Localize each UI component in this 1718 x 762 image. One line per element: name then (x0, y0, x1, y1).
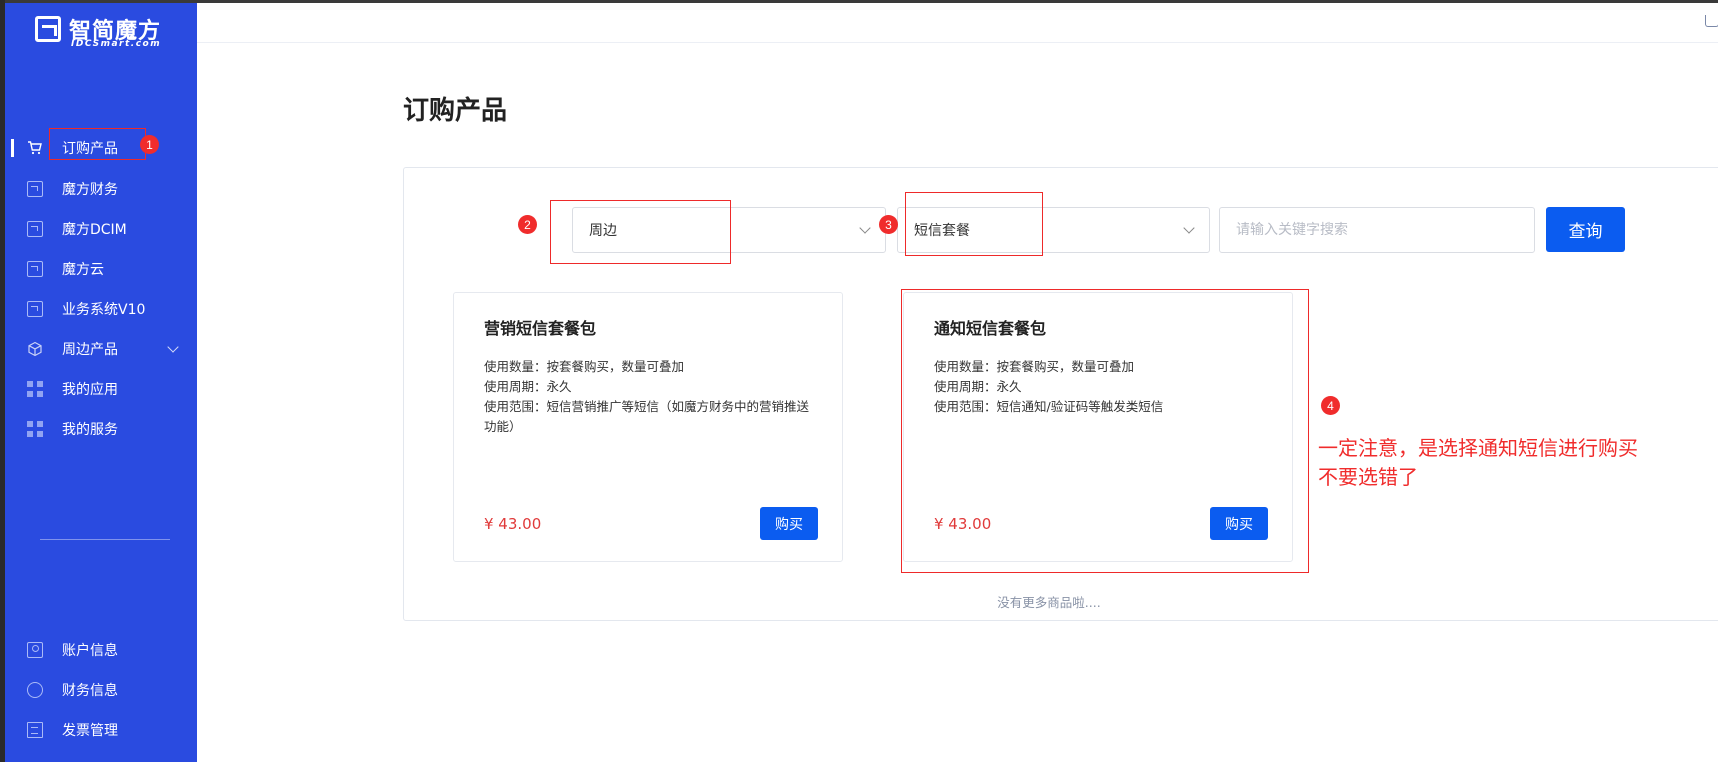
annotation-note-line: 一定注意，是选择通知短信进行购买 (1318, 436, 1638, 460)
product-card: 通知短信套餐包 使用数量：按套餐购买，数量可叠加 使用周期：永久 使用范围：短信… (903, 292, 1293, 562)
sidebar-item-finance-info[interactable]: 财务信息 (5, 672, 197, 708)
subcategory-select-value: 短信套餐 (914, 223, 970, 239)
sidebar-item-label: 订购产品 (62, 141, 118, 157)
sidebar-item-label: 账户信息 (62, 643, 118, 659)
annotation-number-2: 2 (518, 215, 537, 234)
grid-icon (27, 421, 43, 437)
product-title: 通知短信套餐包 (934, 319, 1047, 338)
brand-domain: IDCSmart.com (71, 39, 162, 49)
buy-button[interactable]: 购买 (1210, 507, 1268, 540)
category-select-value: 周边 (589, 223, 617, 239)
sidebar-item-my-services[interactable]: 我的服务 (5, 411, 197, 447)
grid-icon (27, 381, 43, 397)
sidebar-item-mofang-dcim[interactable]: 魔方DCIM (5, 211, 197, 247)
buy-button[interactable]: 购买 (760, 507, 818, 540)
product-card: 营销短信套餐包 使用数量：按套餐购买，数量可叠加 使用周期：永久 使用范围：短信… (453, 292, 843, 562)
sidebar-item-label: 业务系统V10 (62, 302, 146, 318)
product-description: 使用数量：按套餐购买，数量可叠加 使用周期：永久 使用范围：短信通知/验证码等触… (934, 357, 1269, 417)
product-title: 营销短信套餐包 (484, 319, 597, 338)
sidebar-item-label: 财务信息 (62, 683, 118, 699)
product-desc-line: 使用范围：短信营销推广等短信（如魔方财务中的营销推送功能） (484, 399, 810, 434)
sidebar-item-my-apps[interactable]: 我的应用 (5, 371, 197, 407)
top-header (197, 3, 1718, 43)
cart-icon[interactable] (1705, 15, 1718, 27)
annotation-note: 一定注意，是选择通知短信进行购买 不要选错了 (1318, 434, 1698, 492)
sidebar-item-label: 魔方财务 (62, 182, 118, 198)
category-select[interactable]: 周边 (572, 207, 886, 253)
chevron-down-icon (167, 341, 179, 353)
product-desc-line: 使用数量：按套餐购买，数量可叠加 (934, 359, 1135, 374)
coin-icon (27, 682, 43, 698)
product-desc-line: 使用范围：短信通知/验证码等触发类短信 (934, 399, 1164, 414)
logo-icon (35, 16, 61, 42)
mofang-logo-icon (27, 221, 43, 237)
sidebar-item-peripheral-products[interactable]: 周边产品 (5, 331, 197, 367)
sidebar-item-label: 我的服务 (62, 422, 118, 438)
annotation-number-4: 4 (1321, 396, 1340, 415)
subcategory-select[interactable]: 短信套餐 (897, 207, 1210, 253)
active-indicator (11, 139, 14, 157)
sidebar-item-label: 魔方DCIM (62, 222, 127, 238)
sidebar-item-label: 周边产品 (62, 342, 118, 358)
query-button[interactable]: 查询 (1546, 207, 1625, 252)
user-icon (27, 642, 43, 658)
mofang-logo-icon (27, 261, 43, 277)
cube-icon (28, 341, 42, 357)
mofang-logo-icon (27, 181, 43, 197)
page-title: 订购产品 (403, 96, 508, 126)
invoice-icon (27, 722, 43, 738)
product-price: ¥ 43.00 (934, 515, 992, 533)
product-desc-line: 使用周期：永久 (484, 379, 572, 394)
product-desc-line: 使用周期：永久 (934, 379, 1022, 394)
product-desc-line: 使用数量：按套餐购买，数量可叠加 (484, 359, 685, 374)
sidebar-item-business-v10[interactable]: 业务系统V10 (5, 291, 197, 327)
sidebar-item-mofang-finance[interactable]: 魔方财务 (5, 171, 197, 207)
brand-logo[interactable]: 智简魔方 IDCSmart.com (35, 13, 185, 51)
chevron-down-icon (1183, 222, 1195, 234)
product-description: 使用数量：按套餐购买，数量可叠加 使用周期：永久 使用范围：短信营销推广等短信（… (484, 357, 819, 437)
annotation-number-1: 1 (140, 135, 159, 154)
cart-icon (28, 141, 42, 155)
sidebar-item-account-info[interactable]: 账户信息 (5, 632, 197, 668)
sidebar-item-label: 发票管理 (62, 723, 118, 739)
mofang-logo-icon (27, 301, 43, 317)
sidebar-item-order-products[interactable]: 订购产品 (5, 130, 197, 166)
sidebar-divider (40, 539, 170, 540)
no-more-products: 没有更多商品啦.... (997, 595, 1101, 610)
sidebar: 智简魔方 IDCSmart.com 订购产品 魔方财务 魔方DCIM 魔方云 业… (5, 3, 197, 762)
search-input[interactable] (1219, 207, 1535, 253)
sidebar-item-label: 魔方云 (62, 262, 104, 278)
sidebar-item-invoice-management[interactable]: 发票管理 (5, 712, 197, 748)
annotation-note-line: 不要选错了 (1318, 465, 1418, 489)
sidebar-item-label: 我的应用 (62, 382, 118, 398)
annotation-number-3: 3 (879, 215, 898, 234)
chevron-down-icon (859, 222, 871, 234)
product-price: ¥ 43.00 (484, 515, 542, 533)
sidebar-item-mofang-cloud[interactable]: 魔方云 (5, 251, 197, 287)
